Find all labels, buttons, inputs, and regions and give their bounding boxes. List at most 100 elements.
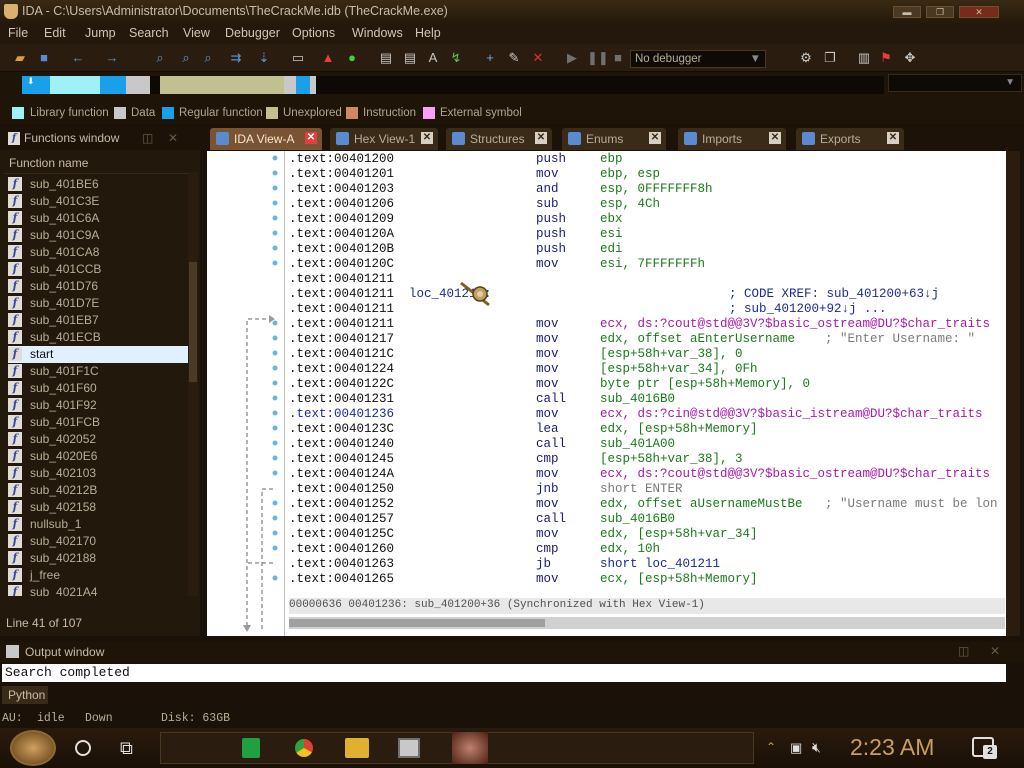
undefine-icon[interactable]: ↯	[448, 50, 464, 66]
function-row[interactable]: f sub_401CCB	[8, 261, 188, 278]
back-arrow-icon[interactable]: ←	[70, 50, 86, 66]
restore-icon[interactable]: ◫	[142, 131, 153, 145]
menu-search[interactable]: Search	[129, 26, 169, 40]
pause-icon[interactable]: ❚❚	[587, 50, 609, 66]
tab-hex-view-1[interactable]: Hex View-1 ✕	[330, 128, 438, 150]
menu-windows[interactable]: Windows	[352, 26, 403, 40]
function-row[interactable]: f sub_401CA8	[8, 244, 188, 261]
jump-icon[interactable]: ⇉	[228, 50, 244, 66]
ascii-icon[interactable]: A	[425, 50, 441, 66]
search-icon[interactable]: ⌕	[152, 50, 168, 66]
close-icon[interactable]: ✕	[769, 132, 781, 144]
save-icon[interactable]: ■	[36, 50, 52, 66]
warning-icon[interactable]: ▲	[320, 50, 336, 66]
menu-options[interactable]: Options	[292, 26, 335, 40]
chrome-browser-icon[interactable]	[292, 736, 316, 760]
horizontal-scrollbar[interactable]	[289, 617, 1005, 629]
copy-icon[interactable]: ❐	[822, 50, 838, 66]
vertical-scrollbar[interactable]	[1006, 151, 1020, 636]
network-icon[interactable]: ▣	[790, 740, 802, 756]
taskbar-clock[interactable]: 2:23 AM	[850, 734, 934, 761]
function-row[interactable]: f j_free	[8, 567, 188, 584]
menu-debugger[interactable]: Debugger	[225, 26, 280, 40]
function-row[interactable]: f sub_401BE6	[8, 176, 188, 193]
close-icon[interactable]: ✕	[535, 132, 547, 144]
tab-imports[interactable]: Imports ✕	[678, 128, 786, 150]
code-icon[interactable]: ▤	[378, 50, 394, 66]
function-row[interactable]: f sub_402188	[8, 550, 188, 567]
add-icon[interactable]: +	[482, 50, 498, 66]
close-icon[interactable]: ✕	[887, 132, 899, 144]
function-row[interactable]: f sub_4021A4	[8, 584, 188, 596]
python-button[interactable]: Python	[2, 686, 48, 704]
file-explorer-icon[interactable]	[345, 738, 369, 758]
forward-arrow-icon[interactable]: →	[104, 50, 120, 66]
binary-search-icon[interactable]: ⌕	[200, 50, 216, 66]
next-icon[interactable]: ⇣	[256, 50, 272, 66]
tab-ida-view-a[interactable]: IDA View-A ✕	[210, 128, 322, 150]
disassembly-listing[interactable]: .text:00401200 push ebp .text:00401201 mov eb…	[289, 151, 1005, 597]
function-row[interactable]: f sub_402052	[8, 431, 188, 448]
close-icon[interactable]: ✕	[421, 132, 433, 144]
stop-icon[interactable]: ■	[610, 50, 626, 66]
function-row[interactable]: f sub_4020E6	[8, 448, 188, 465]
open-icon[interactable]: ▰	[12, 50, 28, 66]
close-icon[interactable]: ✕	[168, 131, 178, 145]
search-circle-icon[interactable]	[75, 740, 91, 756]
debugger-select[interactable]: No debugger ▼	[630, 50, 766, 68]
settings-icon[interactable]: ⚙	[798, 50, 814, 66]
tab-enums[interactable]: Enums ✕	[562, 128, 666, 150]
navigation-band[interactable]: ⬇	[22, 76, 884, 94]
minimize-button[interactable]: ▬	[893, 6, 921, 18]
app-window-icon[interactable]	[398, 738, 420, 758]
tray-chevron-icon[interactable]: ⌃	[766, 740, 776, 754]
plugin-icon[interactable]: ✥	[902, 50, 918, 66]
close-icon[interactable]: ✕	[649, 132, 661, 144]
function-row[interactable]: f sub_401ECB	[8, 329, 188, 346]
data-icon[interactable]: ▤	[402, 50, 418, 66]
ida-taskbar-icon[interactable]	[452, 732, 488, 764]
close-icon[interactable]: ✕	[305, 132, 317, 144]
close-button[interactable]: ✕	[959, 6, 999, 18]
function-row[interactable]: f sub_402170	[8, 533, 188, 550]
edit-icon[interactable]: ✎	[506, 50, 522, 66]
function-row[interactable]: f sub_402103	[8, 465, 188, 482]
sheets-app-icon[interactable]	[242, 738, 260, 758]
function-row[interactable]: f sub_402158	[8, 499, 188, 516]
function-row[interactable]: f sub_401C9A	[8, 227, 188, 244]
function-row[interactable]: f sub_401F92	[8, 397, 188, 414]
function-row[interactable]: f sub_401F60	[8, 380, 188, 397]
menu-jump[interactable]: Jump	[85, 26, 116, 40]
code-nav-icon[interactable]: ▭	[290, 50, 306, 66]
play-icon[interactable]: ▶	[564, 50, 580, 66]
function-row[interactable]: f sub_401F1C	[8, 363, 188, 380]
menu-file[interactable]: File	[8, 26, 28, 40]
volume-muted-icon[interactable]: 🔇︎	[812, 739, 821, 756]
function-row[interactable]: f sub_401D7E	[8, 295, 188, 312]
task-view-icon[interactable]: ⧉	[120, 738, 133, 759]
navigation-dropdown[interactable]: ▼	[888, 74, 1022, 92]
flag-icon[interactable]: ⚑	[878, 50, 894, 66]
functions-scrollbar[interactable]	[188, 172, 198, 596]
close-icon[interactable]: ✕	[990, 644, 1000, 658]
start-button-icon[interactable]	[10, 730, 56, 766]
function-name-column-header[interactable]: Function name	[4, 156, 188, 174]
function-row[interactable]: f sub_401C3E	[8, 193, 188, 210]
function-row[interactable]: f sub_401D76	[8, 278, 188, 295]
menu-edit[interactable]: Edit	[44, 26, 66, 40]
menu-help[interactable]: Help	[415, 26, 441, 40]
delete-icon[interactable]: ✕	[530, 50, 546, 66]
green-circle-icon[interactable]: ●	[344, 50, 360, 66]
function-row[interactable]: f sub_401C6A	[8, 210, 188, 227]
text-search-icon[interactable]: ⌕	[178, 50, 194, 66]
function-row[interactable]: f sub_401FCB	[8, 414, 188, 431]
menu-view[interactable]: View	[183, 26, 210, 40]
function-row[interactable]: f sub_401EB7	[8, 312, 188, 329]
tab-structures[interactable]: Structures ✕	[446, 128, 552, 150]
function-row[interactable]: f nullsub_1	[8, 516, 188, 533]
function-row[interactable]: f sub_40212B	[8, 482, 188, 499]
tab-exports[interactable]: Exports ✕	[796, 128, 904, 150]
maximize-button[interactable]: ❐	[926, 6, 954, 18]
function-row[interactable]: f start	[8, 346, 188, 363]
restore-icon[interactable]: ◫	[958, 644, 969, 658]
